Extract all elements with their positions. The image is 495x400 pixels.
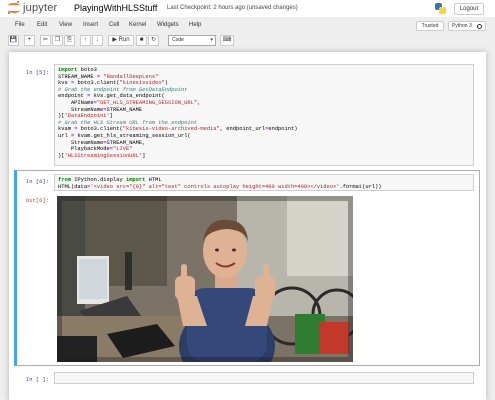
move-down-button[interactable]: ↓ (92, 35, 103, 46)
logo-text: jupyter (23, 2, 58, 14)
notebook-header: jupyter PlayingWithHLSStuff Last Checkpo… (0, 0, 495, 17)
cut-button[interactable]: ✂ (40, 35, 51, 46)
paste-button[interactable]: ⎘ (64, 35, 75, 46)
stop-icon: ■ (139, 37, 144, 43)
cell-3-prompt: In [ ]: (25, 376, 49, 383)
stop-button[interactable]: ■ (136, 35, 147, 46)
code-comment: # Grab the HLS Stream URL from the endpo… (58, 119, 198, 126)
move-down-icon: ↓ (96, 37, 99, 43)
code-line: PlaybackMode="LIVE" (58, 146, 133, 153)
code-line: )['DataEndpoint'] (58, 113, 114, 120)
code-line: url = kvam.get_hls_streaming_session_url… (58, 132, 191, 139)
save-icon: 💾 (9, 37, 18, 43)
menu-edit[interactable]: Edit (37, 22, 47, 28)
kernel-status-icon (477, 24, 482, 29)
move-up-icon: ↑ (84, 37, 87, 43)
code-line: endpoint = kvs.get_data_endpoint( (58, 93, 165, 100)
run-button[interactable]: ▶ Run (108, 35, 134, 46)
chevron-down-icon: ▾ (210, 37, 213, 43)
checkpoint-status: Last Checkpoint: 2 hours ago (unsaved ch… (167, 5, 298, 11)
move-up-button[interactable]: ↑ (80, 35, 91, 46)
code-line: HTML(data='<video src="{0}" alt="test" c… (58, 183, 382, 190)
toolbar: 💾 + ✂ ❐ ⎘ ↑ ↓ ▶ Run ■ ↻ Code ▾ ⌨ (8, 35, 487, 47)
code-line: )['HLSStreamingSessionURL'] (58, 152, 146, 159)
cell-type-select[interactable]: Code ▾ (168, 35, 216, 46)
command-palette-button[interactable]: ⌨ (220, 35, 234, 46)
menu-view[interactable]: View (59, 22, 72, 28)
video-output[interactable] (57, 196, 353, 362)
code-line: StreamName=STREAM_NAME, (58, 139, 146, 146)
code-line: APIName="GET_HLS_STREAMING_SESSION_URL", (58, 99, 201, 106)
save-button[interactable]: 💾 (8, 35, 19, 46)
jupyter-logo[interactable]: jupyter (8, 1, 58, 14)
cell-1-code-editor[interactable]: import boto3 STREAM_NAME = "RandallDeepL… (54, 64, 474, 166)
kernel-name: Python 3 (452, 23, 472, 29)
code-line: StreamName=STREAM_NAME (58, 106, 143, 113)
notebook-container[interactable]: In [5]: import boto3 STREAM_NAME = "Rand… (0, 50, 495, 400)
menubar: File Edit View Insert Cell Kernel Widget… (8, 20, 487, 33)
keyboard-icon: ⌨ (222, 37, 232, 43)
restart-icon: ↻ (150, 37, 157, 43)
jupyter-logo-icon (8, 1, 20, 14)
menu-cell[interactable]: Cell (109, 22, 119, 28)
cell-2-code-editor[interactable]: from IPython.display import HTML HTML(da… (54, 174, 474, 191)
cell-2-out-prompt: Out[6]: (25, 197, 49, 204)
run-icon: ▶ (112, 37, 117, 43)
menu-widgets[interactable]: Widgets (157, 22, 179, 28)
menu-help[interactable]: Help (189, 22, 201, 28)
python-logo-icon (435, 3, 446, 14)
code-line: kvam = boto3.client("kinesis-video-archi… (58, 126, 298, 133)
cell-1-prompt: In [5]: (25, 69, 49, 76)
logout-button[interactable]: Logout (454, 3, 484, 15)
copy-button[interactable]: ❐ (52, 35, 63, 46)
trusted-indicator[interactable]: Trusted (416, 21, 444, 31)
notebook-name[interactable]: PlayingWithHLSStuff (74, 3, 157, 13)
code-comment: # Grab the endpoint from GetDataEndpoint (58, 86, 188, 93)
cut-icon: ✂ (42, 37, 49, 43)
code-line: from IPython.display import HTML (58, 177, 162, 183)
kernel-indicator[interactable]: Python 3 (448, 21, 486, 31)
paste-icon: ⎘ (67, 37, 72, 43)
add-cell-icon: + (27, 37, 32, 43)
menu-insert[interactable]: Insert (83, 22, 98, 28)
notebook-page: In [5]: import boto3 STREAM_NAME = "Rand… (9, 52, 486, 400)
menu-kernel[interactable]: Kernel (129, 22, 146, 28)
cell-type-value: Code (172, 37, 184, 43)
copy-icon: ❐ (54, 37, 61, 43)
restart-button[interactable]: ↻ (148, 35, 159, 46)
menu-file[interactable]: File (15, 22, 25, 28)
run-label: Run (118, 37, 130, 43)
code-line: import boto3 (58, 67, 97, 73)
add-cell-button[interactable]: + (24, 35, 35, 46)
cell-2-prompt: In [6]: (25, 178, 49, 185)
cell-3-code-editor[interactable] (54, 372, 474, 384)
code-line: STREAM_NAME = "RandallDeepLens" (58, 73, 159, 80)
video-frame (57, 196, 353, 362)
code-line: kvs = boto3.client("kinesisvideo") (58, 80, 169, 87)
